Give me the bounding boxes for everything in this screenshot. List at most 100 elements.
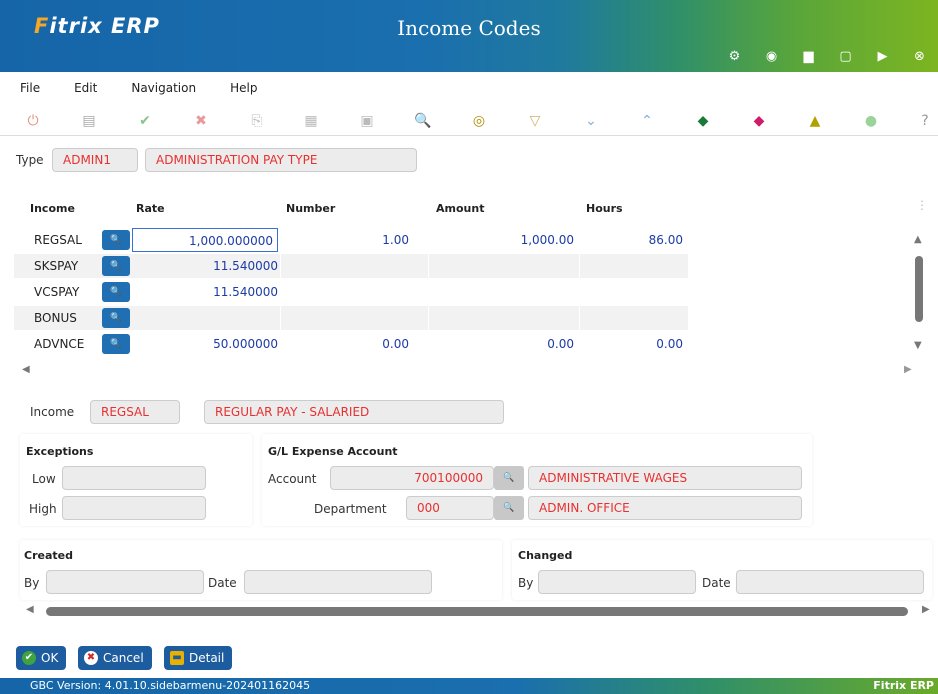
table-row[interactable]: BONUS 🔍 <box>14 306 688 330</box>
menu-file[interactable]: File <box>20 76 40 100</box>
title-toolbar: ⚙ ◉ ▆ ▢ ▶ ⊗ <box>716 46 938 68</box>
filter-icon[interactable]: ▽ <box>526 112 544 130</box>
document-icon[interactable]: ▆ <box>790 46 827 68</box>
number-cell[interactable] <box>279 254 409 278</box>
amount-cell[interactable] <box>428 254 574 278</box>
account-lookup-icon[interactable]: 🔍 <box>494 466 524 490</box>
rate-input[interactable]: 1,000.000000 <box>132 228 278 252</box>
lookup-icon[interactable]: 🔍 <box>102 230 130 250</box>
detail-button[interactable]: ▬ Detail <box>164 646 233 670</box>
table-row[interactable]: ADVNCE 🔍 50.000000 0.00 0.00 0.00 <box>14 332 688 356</box>
created-date-field[interactable] <box>244 570 432 594</box>
income-grid: Income Rate Number Amount Hours REGSAL 🔍… <box>14 188 928 388</box>
ok-button[interactable]: ✔ OK <box>16 646 67 670</box>
col-hours: Hours <box>586 202 623 215</box>
lookup-icon[interactable]: 🔍 <box>102 308 130 328</box>
add-green-icon[interactable]: ◆ <box>694 112 712 130</box>
cancel-button[interactable]: ✖ Cancel <box>78 646 152 670</box>
low-field[interactable] <box>62 466 206 490</box>
account-field[interactable]: 700100000 <box>330 466 494 490</box>
kebab-icon[interactable]: ⋮ <box>916 198 928 212</box>
remove-red-icon[interactable]: ◆ <box>750 112 768 130</box>
detail-label: Detail <box>189 651 225 665</box>
hscroll-right-icon[interactable]: ▶ <box>922 604 930 615</box>
lookup-icon[interactable]: 🔍 <box>102 334 130 354</box>
high-field[interactable] <box>62 496 206 520</box>
table-row[interactable]: REGSAL 🔍 1,000.000000 1.00 1,000.00 86.0… <box>14 228 688 252</box>
list-icon[interactable]: ▣ <box>358 112 376 130</box>
type-code-field[interactable]: ADMIN1 <box>52 148 138 172</box>
gear-icon[interactable]: ⚙ <box>716 46 753 68</box>
col-income: Income <box>30 202 75 215</box>
changed-by-field[interactable] <box>538 570 696 594</box>
amount-cell[interactable] <box>428 306 574 330</box>
hscroll-thumb[interactable] <box>46 607 908 616</box>
lookup-icon[interactable]: 🔍 <box>102 282 130 302</box>
amount-cell[interactable]: 1,000.00 <box>428 228 574 252</box>
created-by-label: By <box>24 576 40 590</box>
rate-cell[interactable]: 50.000000 <box>132 332 278 356</box>
play-icon[interactable]: ▶ <box>864 46 901 68</box>
help-icon[interactable]: ? <box>916 112 934 130</box>
power-icon[interactable]: ⏻ <box>24 112 42 130</box>
menu-help[interactable]: Help <box>230 76 257 100</box>
chart-icon[interactable]: ▲ <box>806 112 824 130</box>
page-icon[interactable]: ▢ <box>827 46 864 68</box>
created-by-field[interactable] <box>46 570 204 594</box>
amount-cell[interactable] <box>428 280 574 304</box>
account-description-field: ADMINISTRATIVE WAGES <box>528 466 802 490</box>
number-cell[interactable]: 1.00 <box>279 228 409 252</box>
hours-cell[interactable]: 86.00 <box>579 228 683 252</box>
menu-edit[interactable]: Edit <box>74 76 97 100</box>
rate-cell[interactable] <box>132 306 278 330</box>
title-bar: Fitrix ERP Income Codes ⚙ ◉ ▆ ▢ ▶ ⊗ <box>0 0 938 72</box>
number-cell[interactable] <box>279 280 409 304</box>
scroll-left-icon[interactable]: ◀ <box>22 364 30 375</box>
close-circle-icon[interactable]: ⊗ <box>901 46 938 68</box>
app-title: Income Codes <box>397 16 541 40</box>
scroll-thumb[interactable] <box>915 256 923 322</box>
search-icon[interactable]: 🔍 <box>414 112 432 130</box>
row-code: BONUS <box>34 311 77 325</box>
ok-circle-icon[interactable]: ● <box>862 112 880 130</box>
scroll-right-icon[interactable]: ▶ <box>904 364 912 375</box>
changed-date-label: Date <box>702 576 731 590</box>
rate-cell[interactable]: 11.540000 <box>132 254 278 278</box>
table-row[interactable]: VCSPAY 🔍 11.540000 <box>14 280 688 304</box>
menu-navigation[interactable]: Navigation <box>131 76 196 100</box>
changed-date-field[interactable] <box>736 570 924 594</box>
user-find-icon[interactable]: ◎ <box>470 112 488 130</box>
row-code: ADVNCE <box>34 337 85 351</box>
lookup-icon[interactable]: 🔍 <box>102 256 130 276</box>
globe-icon[interactable]: ◉ <box>753 46 790 68</box>
hours-cell[interactable]: 0.00 <box>579 332 683 356</box>
hours-cell[interactable] <box>579 254 683 278</box>
copy-record-icon[interactable]: ▤ <box>80 112 98 130</box>
scroll-up-icon[interactable]: ▲ <box>914 234 922 245</box>
check-icon[interactable]: ✔ <box>136 112 154 130</box>
up-arrow-icon[interactable]: ⌃ <box>638 112 656 130</box>
column-divider <box>280 306 281 330</box>
down-arrow-icon[interactable]: ⌄ <box>582 112 600 130</box>
number-cell[interactable]: 0.00 <box>279 332 409 356</box>
column-divider <box>280 254 281 278</box>
hours-cell[interactable] <box>579 280 683 304</box>
column-divider <box>428 254 429 278</box>
amount-cell[interactable]: 0.00 <box>428 332 574 356</box>
department-lookup-icon[interactable]: 🔍 <box>494 496 524 520</box>
department-field[interactable]: 000 <box>406 496 494 520</box>
detail-icon: ▬ <box>170 651 184 665</box>
hscroll-left-icon[interactable]: ◀ <box>26 604 34 615</box>
paste-icon[interactable]: ▦ <box>302 112 320 130</box>
duplicate-icon[interactable]: ⎘ <box>248 112 266 130</box>
row-code: SKSPAY <box>34 259 79 273</box>
income-code-field[interactable]: REGSAL <box>90 400 180 424</box>
number-cell[interactable] <box>279 306 409 330</box>
grid-vertical-scrollbar[interactable]: ▲ ▼ <box>914 228 926 356</box>
delete-icon[interactable]: ✖ <box>192 112 210 130</box>
form-horizontal-scrollbar[interactable]: ◀ ▶ <box>22 604 934 618</box>
rate-cell[interactable]: 11.540000 <box>132 280 278 304</box>
hours-cell[interactable] <box>579 306 683 330</box>
table-row[interactable]: SKSPAY 🔍 11.540000 <box>14 254 688 278</box>
scroll-down-icon[interactable]: ▼ <box>914 340 922 351</box>
